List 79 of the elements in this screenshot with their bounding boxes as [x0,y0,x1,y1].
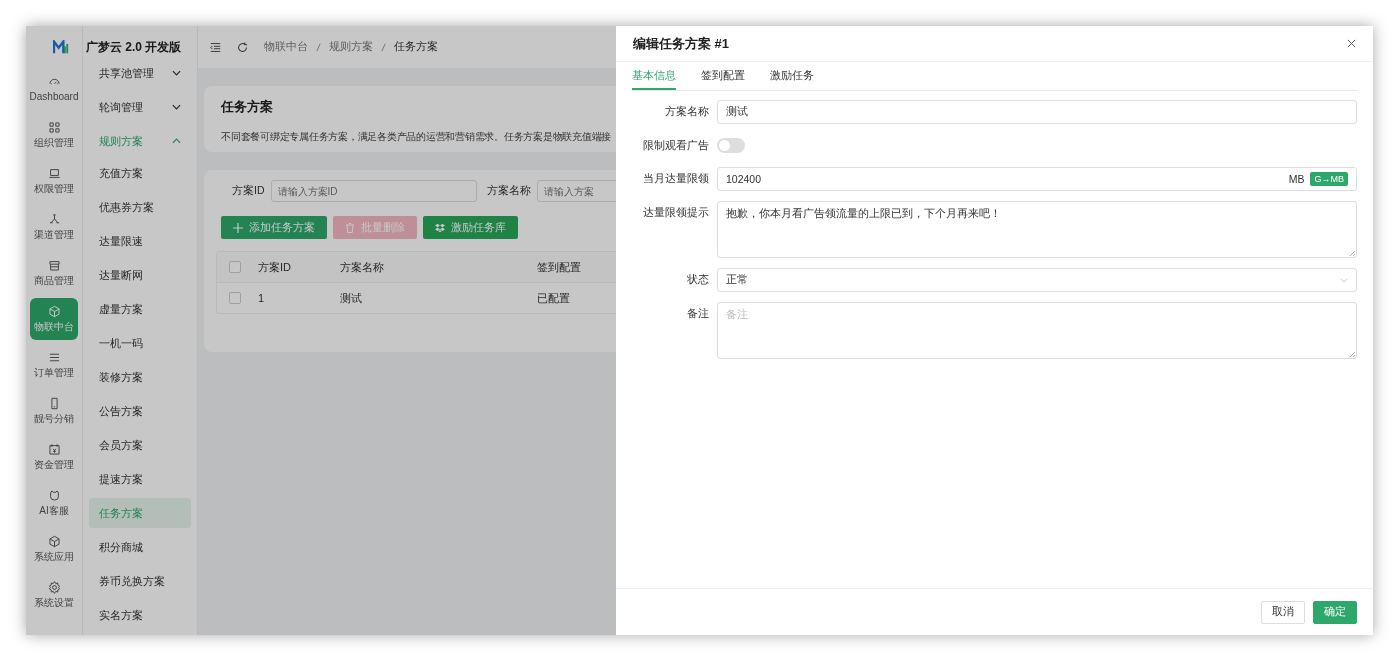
plus-icon [233,222,243,233]
menu-item[interactable]: 实名方案 [89,600,191,630]
select-field[interactable]: 正常 [717,268,1357,292]
table-cell-text: 测试 [340,290,363,306]
text-field[interactable]: 测试 [717,100,1357,124]
cancel-button[interactable]: 取消 [1261,600,1305,624]
field-label: 状态 [686,273,709,287]
filter-label: 方案ID [232,184,265,198]
close-icon[interactable] [1347,39,1356,48]
laptop-icon [47,166,61,180]
page-title: 任务方案 [221,98,273,116]
nav-item[interactable]: 渠道管理 [30,206,78,248]
checkbox[interactable] [229,261,241,273]
toggle-switch[interactable] [717,138,745,153]
nav-item[interactable]: 靓号分销 [30,390,78,432]
menu-item[interactable]: 一机一码 [89,328,191,358]
breadcrumb-item[interactable]: 任务方案 [394,40,438,54]
app-title: 广梦云 2.0 开发版 [86,38,182,56]
store-icon [47,258,61,272]
column-header: 方案名称 [340,259,385,275]
field-value: 102400 [726,173,763,185]
grid-icon [47,120,61,134]
field-label: 限制观看广告 [642,138,709,153]
nav-item[interactable]: 系统应用 [30,528,78,570]
field-label: 达量限领提示 [642,205,709,220]
menu-item[interactable]: 虚量方案 [89,294,191,324]
menu-item[interactable]: 提速方案 [89,464,191,494]
logo-icon [53,40,69,54]
field-label: 当月达量限领 [642,172,709,186]
menu-item[interactable]: 达量限速 [89,226,191,256]
menu-item[interactable]: 充值方案 [89,158,191,188]
table-cell-text: 1 [258,292,266,304]
cube-icon [47,304,61,318]
refresh-icon[interactable] [237,41,248,53]
page-description: 不同套餐可绑定专属任务方案，满足各类产品的运营和营销需求。任务方案是物联充值端接 [221,130,611,144]
nav-item[interactable]: 系统设置 [30,574,78,616]
menu-item[interactable]: 券币兑换方案 [89,566,191,596]
breadcrumb-separator-icon [316,42,321,52]
breadcrumb-separator-icon [381,42,386,52]
breadcrumb-item[interactable]: 规则方案 [329,40,373,54]
resize-handle-icon[interactable] [1349,351,1355,357]
checkbox[interactable] [229,292,241,304]
field-label: 备注 [686,306,709,321]
unit-label: MB [1288,173,1305,185]
nav-item[interactable]: AI客服 [30,482,78,524]
text-area[interactable]: 抱歉，你本月看广告领流量的上限已到，下个月再来吧！ [717,201,1357,258]
filter-field[interactable]: 请输入方案ID [270,180,477,202]
menu-group[interactable]: 共享池管理 [89,68,191,90]
number-field[interactable]: 102400 MB G→MB [717,167,1357,191]
calendar-icon [47,442,61,456]
menu-group[interactable]: 轮询管理 [89,90,191,124]
column-header: 方案ID [258,259,292,275]
drawer-title: 编辑任务方案 #1 [633,34,730,53]
nav-item[interactable]: 资金管理 [30,436,78,478]
gear-icon [47,580,61,594]
menu-item[interactable]: 公告方案 [89,396,191,426]
menu-item[interactable]: 会员方案 [89,430,191,460]
tab[interactable]: 签到配置 [701,62,745,90]
menu-fold-icon[interactable] [210,41,221,53]
tab[interactable]: 激励任务 [770,62,814,90]
table-cell-text: 已配置 [537,290,571,306]
menu-item[interactable]: 优惠券方案 [89,192,191,222]
chevron-icon [1340,277,1348,283]
resize-handle-icon[interactable] [1349,250,1355,256]
nav-item[interactable]: 权限管理 [30,160,78,202]
network-icon [47,212,61,226]
box-icon [47,534,61,548]
column-header: 签到配置 [537,259,582,275]
filter-label: 方案名称 [486,184,531,198]
nav-item[interactable]: 订单管理 [30,344,78,386]
field-label: 方案名称 [664,105,709,119]
menu-item[interactable]: 积分商城 [89,532,191,562]
nav-item[interactable]: Dashboard [30,68,78,110]
nav-item[interactable]: 商品管理 [30,252,78,294]
breadcrumb-item[interactable]: 物联中台 [264,40,308,54]
nav-item[interactable]: 组织管理 [30,114,78,156]
menu-item[interactable]: 装修方案 [89,362,191,392]
menu-item[interactable]: 达量断网 [89,260,191,290]
boxes-icon [435,222,445,233]
